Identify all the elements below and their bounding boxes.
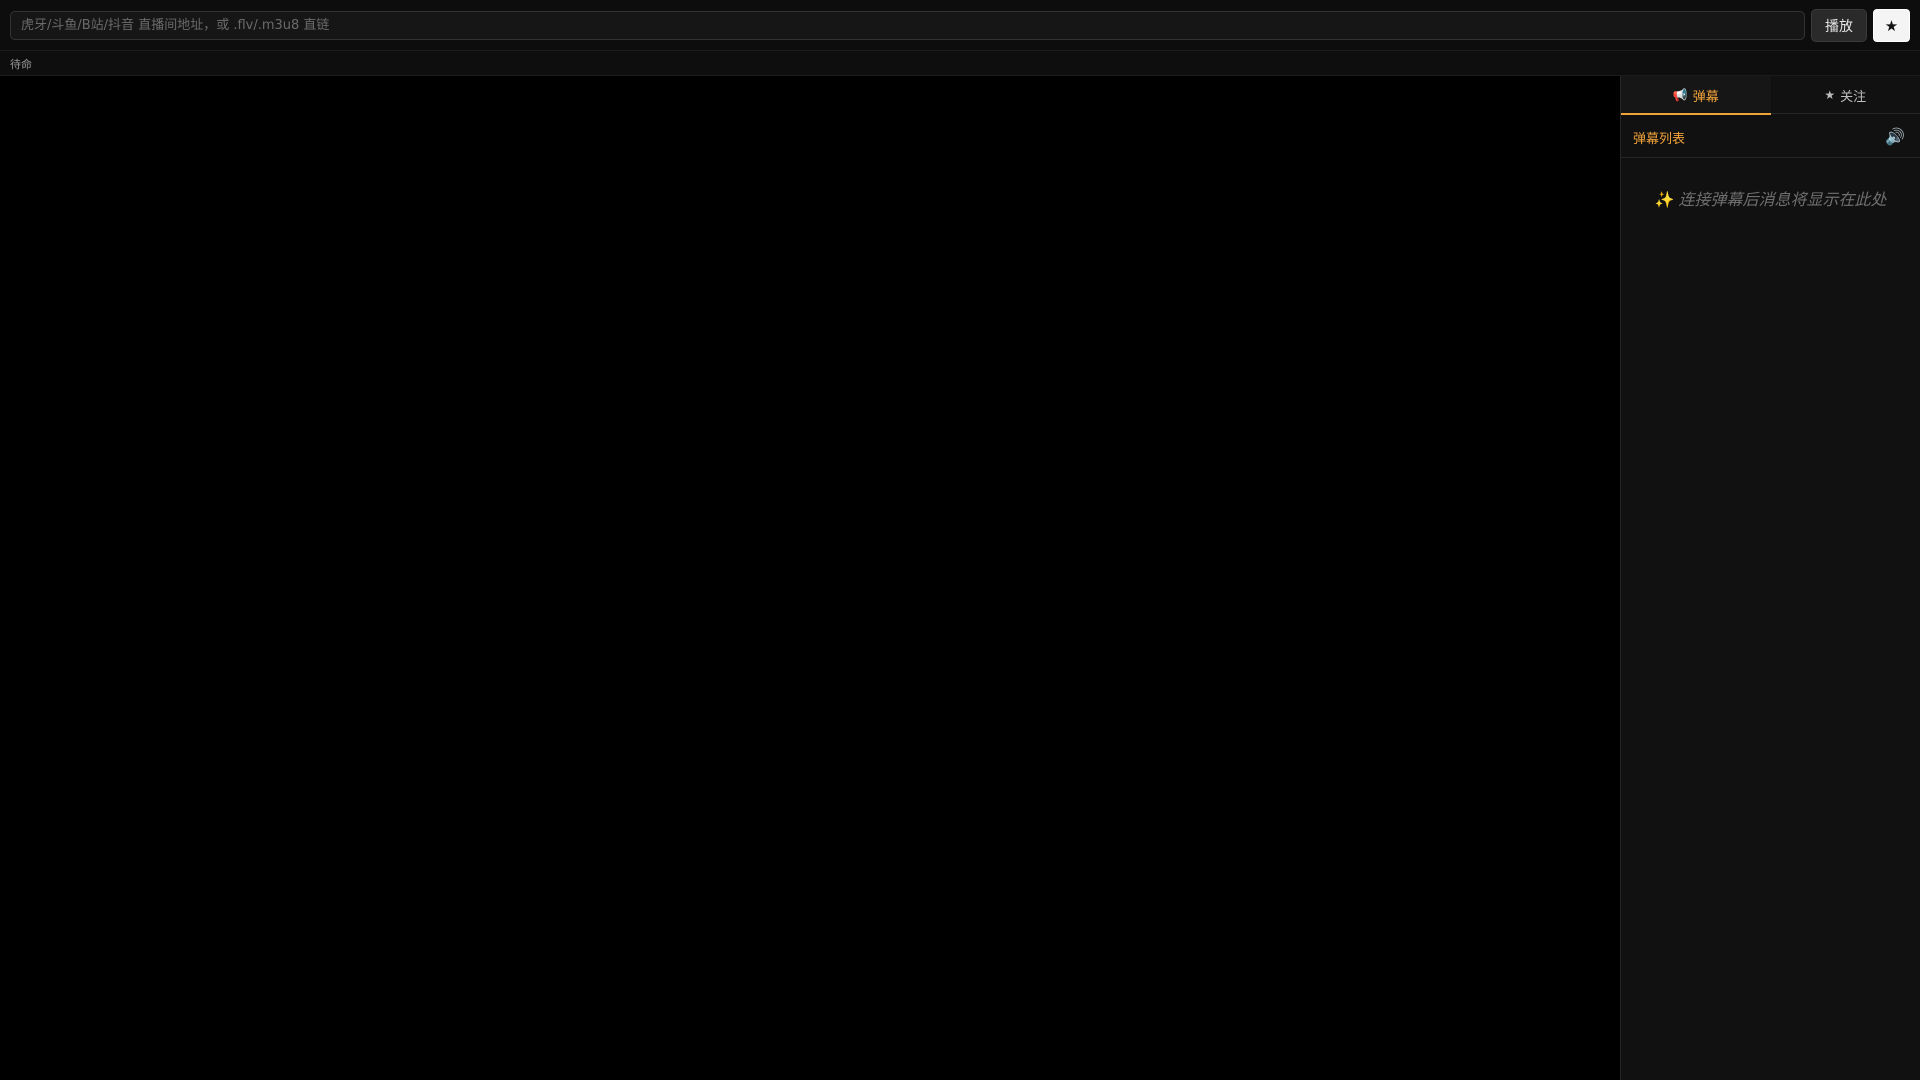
danmaku-list-header: 弹幕列表 🔊	[1621, 114, 1920, 158]
tab-follow[interactable]: ★ 关注	[1771, 76, 1920, 114]
megaphone-icon: 📢	[1672, 88, 1688, 102]
star-icon: ★	[1824, 88, 1836, 102]
stream-url-input[interactable]	[10, 11, 1805, 40]
star-icon: ★	[1884, 16, 1899, 35]
empty-text: 连接弹幕后消息将显示在此处	[1678, 190, 1887, 209]
sound-toggle-button[interactable]: 🔊	[1883, 124, 1907, 148]
sidebar-tabs: 📢 弹幕 ★ 关注	[1621, 76, 1920, 115]
play-button[interactable]: 播放	[1811, 9, 1867, 42]
danmaku-empty-message: ✨ 连接弹幕后消息将显示在此处	[1621, 186, 1920, 210]
status-bar: 待命	[0, 51, 1920, 76]
sparkle-icon: ✨	[1654, 190, 1675, 209]
video-player-area[interactable]	[0, 76, 1620, 1080]
sidebar-panel: 📢 弹幕 ★ 关注 弹幕列表 🔊 ✨ 连接弹幕后消息将显示在此处	[1620, 76, 1920, 1080]
tab-danmaku[interactable]: 📢 弹幕	[1621, 76, 1771, 115]
top-toolbar: 播放 ★	[0, 0, 1920, 51]
favorite-button[interactable]: ★	[1873, 9, 1910, 42]
danmaku-list-title: 弹幕列表	[1633, 132, 1686, 147]
status-text: 待命	[10, 58, 32, 71]
tab-label: 弹幕	[1692, 89, 1719, 105]
tab-label: 关注	[1840, 89, 1867, 105]
speaker-icon: 🔊	[1885, 126, 1905, 146]
